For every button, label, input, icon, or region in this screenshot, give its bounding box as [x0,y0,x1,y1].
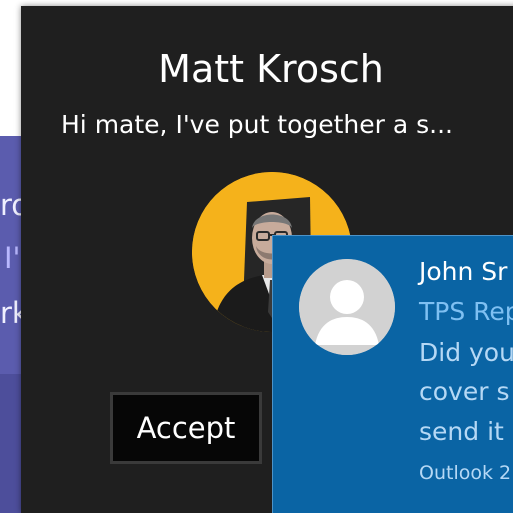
sender-avatar [299,259,395,355]
mail-body-line: cover s [419,377,510,406]
caller-name: Matt Krosch [158,47,384,91]
mail-sender: John Sr [419,257,508,286]
person-placeholder-icon [299,259,395,355]
partial-toast-text: I' [4,241,21,275]
mail-subject: TPS Rep [419,297,513,326]
mail-app-label: Outlook 2 [419,462,512,484]
mail-body-line: send it [419,417,504,446]
desktop-notification-area: ro I' rk Matt Krosch Hi mate, I've put t… [0,0,513,513]
call-message-preview: Hi mate, I've put together a s... [61,110,454,139]
accept-button[interactable]: Accept [110,392,262,464]
mail-body-line: Did you [419,338,513,367]
mail-notification-toast[interactable]: John Sr TPS Rep Did you cover s send it … [272,235,513,513]
